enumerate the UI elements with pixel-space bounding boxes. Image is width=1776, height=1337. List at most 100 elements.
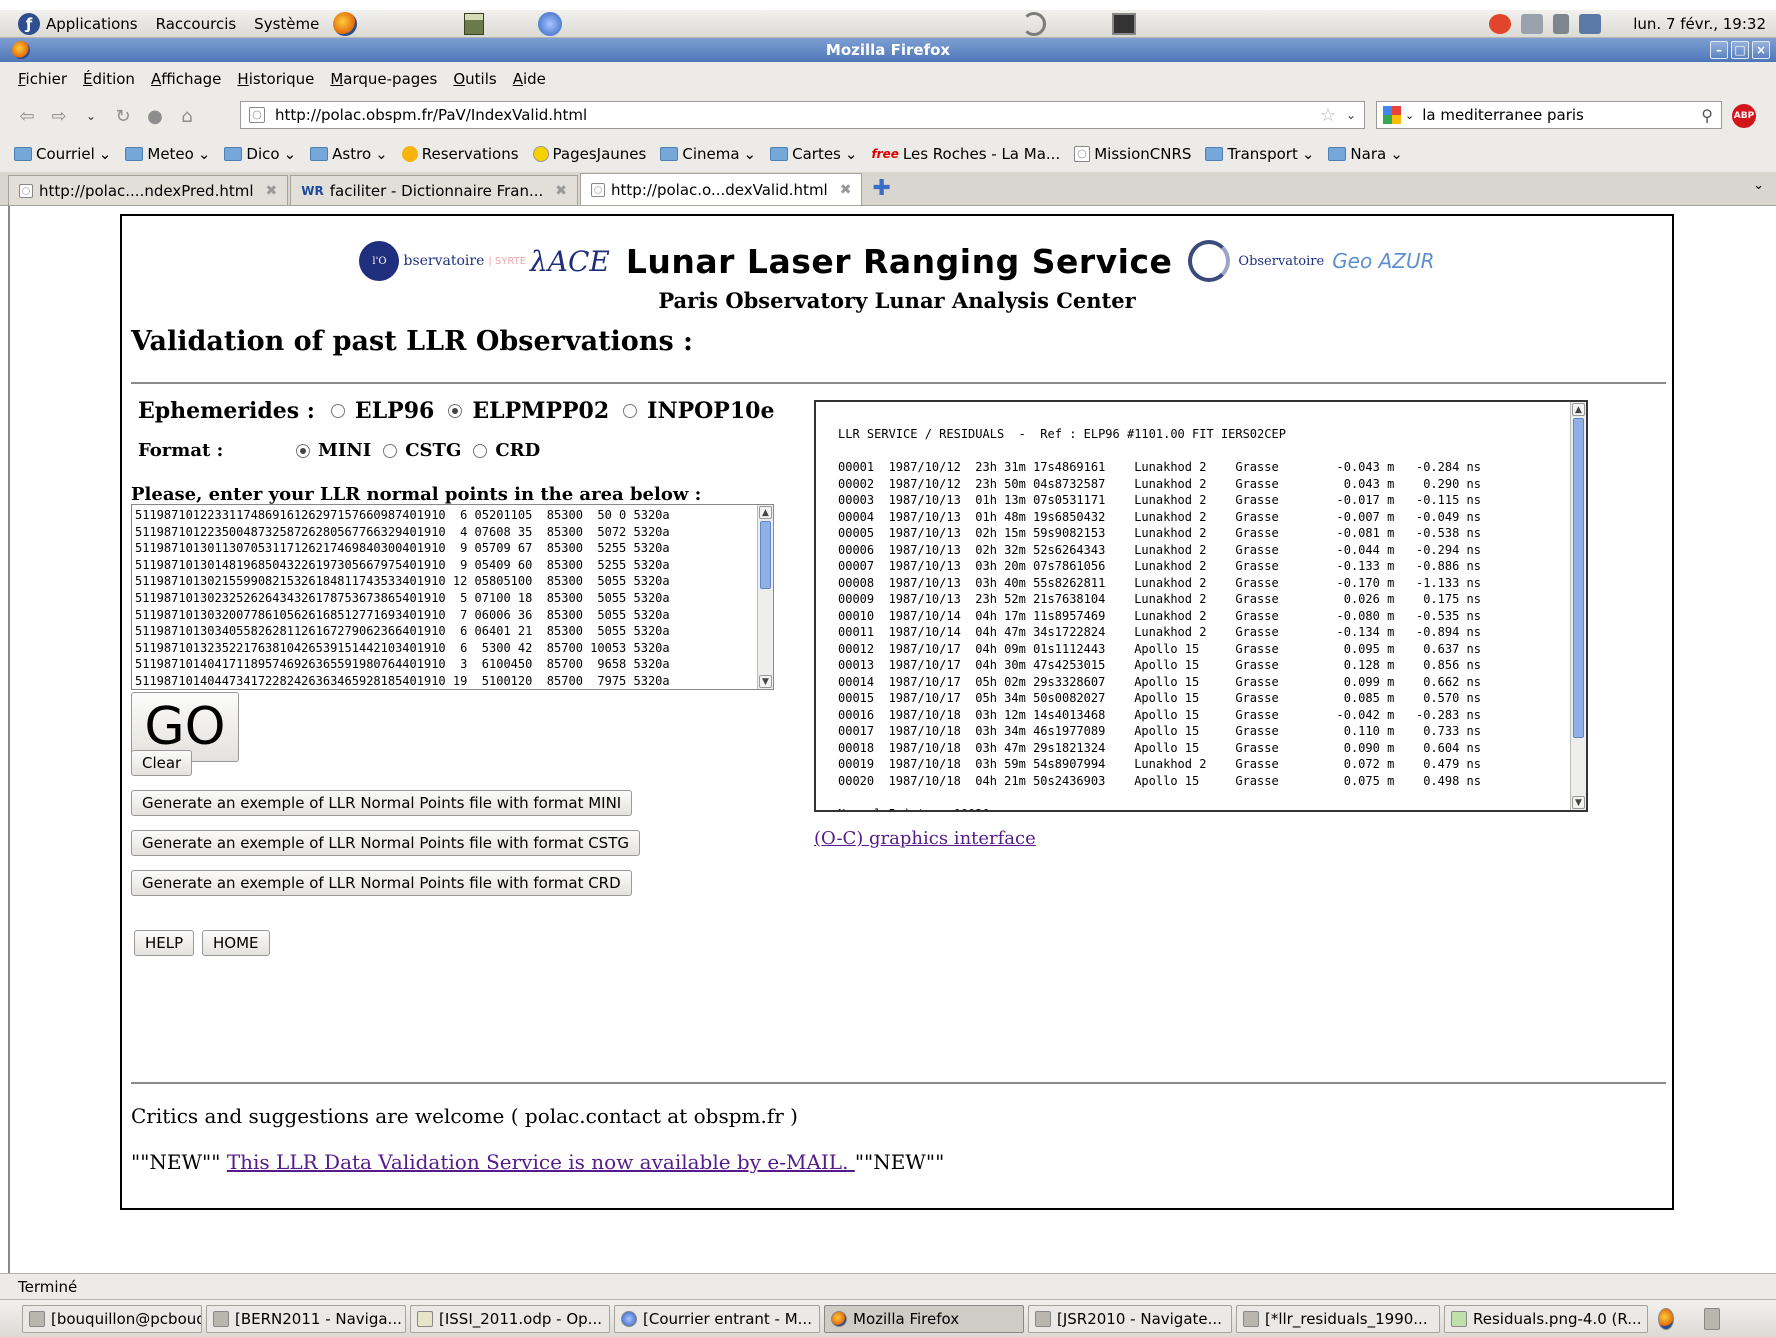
bookmark-star-icon[interactable]: ☆	[1320, 105, 1336, 126]
task-firefox[interactable]: Mozilla Firefox	[824, 1304, 1024, 1333]
bookmark-courriel[interactable]: Courriel ⌄	[14, 145, 111, 163]
raccourcis-menu[interactable]: Raccourcis	[156, 15, 237, 33]
minimize-button[interactable]: –	[1710, 41, 1728, 59]
menu-aide[interactable]: Aide	[513, 70, 546, 88]
bookmark-nara[interactable]: Nara ⌄	[1328, 145, 1403, 163]
search-bar[interactable]: ⌄ la mediterranee paris ⚲	[1376, 101, 1722, 129]
results-scrollbar[interactable]: ▲ ▼	[1570, 402, 1586, 810]
menu-edition[interactable]: Édition	[83, 70, 135, 88]
scroll-thumb[interactable]	[1573, 418, 1584, 738]
search-engine-dropdown-icon[interactable]: ⌄	[1405, 109, 1414, 122]
close-window-button[interactable]: ×	[1752, 41, 1770, 59]
scroll-down-icon[interactable]: ▼	[759, 675, 772, 688]
close-tab-icon[interactable]: ✖	[266, 183, 278, 199]
adblock-plus-icon[interactable]: ABP	[1732, 104, 1756, 128]
bookmark-les-roches[interactable]: free Les Roches - La Ma...	[871, 145, 1060, 163]
task-courrier[interactable]: [Courrier entrant - M...	[614, 1304, 820, 1333]
network-icon[interactable]	[1521, 14, 1544, 34]
ephem-option-inpop10e[interactable]: INPOP10e	[623, 398, 774, 424]
clear-button[interactable]: Clear	[131, 750, 193, 776]
radio-mini[interactable]	[296, 443, 310, 458]
task-jsr2010[interactable]: [JSR2010 - Navigate...	[1028, 1304, 1232, 1333]
menu-marque-pages[interactable]: Marque-pages	[330, 70, 437, 88]
menu-affichage[interactable]: Affichage	[151, 70, 221, 88]
display-icon[interactable]	[1579, 14, 1602, 34]
terminal-launcher-icon[interactable]	[1112, 13, 1136, 35]
format-option-crd[interactable]: CRD	[473, 440, 540, 461]
clock[interactable]: lun. 7 févr., 19:32	[1633, 15, 1766, 33]
radio-cstg[interactable]	[383, 443, 398, 458]
task-llr-residuals[interactable]: [*llr_residuals_1990...	[1236, 1304, 1440, 1333]
sync-icon[interactable]	[1022, 12, 1046, 36]
site-identity-icon[interactable]	[249, 107, 265, 123]
scroll-down-icon[interactable]: ▼	[1572, 796, 1585, 809]
textarea-scrollbar[interactable]: ▲ ▼	[757, 505, 773, 689]
firefox-tray-icon[interactable]	[1658, 1307, 1674, 1330]
url-bar[interactable]: http://polac.obspm.fr/PaV/IndexValid.htm…	[240, 101, 1365, 129]
bookmark-cinema[interactable]: Cinema ⌄	[660, 145, 756, 163]
window-titlebar[interactable]: Mozilla Firefox – □ ×	[0, 38, 1776, 62]
menu-outils[interactable]: Outils	[453, 70, 496, 88]
stop-icon[interactable]: ●	[142, 103, 168, 129]
tab-faciliter[interactable]: WR faciliter - Dictionnaire Fran... ✖	[290, 175, 579, 205]
radio-crd[interactable]	[473, 443, 488, 458]
list-all-tabs-icon[interactable]: ⌄	[1753, 178, 1764, 193]
help-button[interactable]: HELP	[134, 930, 195, 956]
back-button[interactable]: ⇦	[14, 103, 40, 129]
search-input[interactable]: la mediterranee paris	[1422, 106, 1584, 124]
volume-icon[interactable]	[1553, 14, 1570, 34]
ephem-option-elp96[interactable]: ELP96	[330, 398, 434, 424]
calculator-launcher-icon[interactable]	[464, 13, 484, 35]
scroll-up-icon[interactable]: ▲	[759, 506, 772, 519]
trash-icon[interactable]	[1704, 1307, 1720, 1330]
radio-elp96[interactable]	[330, 404, 345, 418]
normal-points-textarea[interactable]: 5119871012233117486916126297157660987401…	[131, 504, 774, 690]
ephem-option-elpmpp02[interactable]: ELPMPP02	[448, 398, 609, 424]
generate-crd-button[interactable]: Generate an exemple of LLR Normal Points…	[131, 870, 632, 896]
bookmark-meteo[interactable]: Meteo ⌄	[125, 145, 210, 163]
email-service-link[interactable]: This LLR Data Validation Service is now …	[227, 1150, 855, 1174]
task-residuals-png[interactable]: Residuals.png-4.0 (R...	[1444, 1304, 1648, 1333]
search-icon[interactable]: ⚲	[1701, 106, 1713, 125]
radio-elpmpp02[interactable]	[448, 404, 463, 418]
normal-points-text[interactable]: 5119871012233117486916126297157660987401…	[135, 507, 670, 689]
generate-mini-button[interactable]: Generate an exemple of LLR Normal Points…	[131, 790, 633, 816]
close-tab-icon[interactable]: ✖	[555, 183, 567, 199]
applications-menu[interactable]: ƒ Applications	[18, 12, 138, 35]
bookmark-missioncnrs[interactable]: MissionCNRS	[1074, 145, 1191, 163]
tab-indexvalid[interactable]: http://polac.o...dexValid.html ✖	[580, 173, 863, 205]
scroll-up-icon[interactable]: ▲	[1572, 403, 1585, 416]
bookmark-pagesjaunes[interactable]: PagesJaunes	[532, 145, 646, 163]
close-tab-icon[interactable]: ✖	[840, 182, 852, 198]
menu-fichier[interactable]: Fichier	[18, 70, 67, 88]
radio-inpop10e[interactable]	[623, 404, 638, 418]
bookmark-astro[interactable]: Astro ⌄	[310, 145, 388, 163]
home-icon[interactable]: ⌂	[174, 103, 200, 129]
bookmark-reservations[interactable]: Reservations	[401, 145, 519, 163]
update-alert-icon[interactable]	[1489, 14, 1512, 34]
new-tab-icon[interactable]: ✚	[872, 176, 890, 201]
task-bern2011[interactable]: [BERN2011 - Naviga...	[206, 1304, 406, 1333]
mail-launcher-icon[interactable]	[538, 12, 562, 36]
tab-indexpred[interactable]: http://polac....ndexPred.html ✖	[8, 175, 289, 205]
residuals-output[interactable]: LLR SERVICE / RESIDUALS - Ref : ELP96 #1…	[814, 400, 1588, 812]
bookmark-cartes[interactable]: Cartes ⌄	[770, 145, 857, 163]
task-terminal[interactable]: [bouquillon@pcbouq...	[22, 1304, 202, 1333]
bookmark-dico[interactable]: Dico ⌄	[224, 145, 296, 163]
format-option-cstg[interactable]: CSTG	[383, 440, 461, 461]
url-dropdown-icon[interactable]: ⌄	[1346, 108, 1356, 122]
menu-historique[interactable]: Historique	[237, 70, 314, 88]
home-button[interactable]: HOME	[202, 930, 270, 956]
bookmark-transport[interactable]: Transport ⌄	[1205, 145, 1314, 163]
scroll-thumb[interactable]	[760, 521, 771, 589]
maximize-button[interactable]: □	[1731, 41, 1749, 59]
systeme-menu[interactable]: Système	[254, 15, 319, 33]
history-dropdown-icon[interactable]: ⌄	[78, 103, 104, 129]
url-text[interactable]: http://polac.obspm.fr/PaV/IndexValid.htm…	[275, 106, 587, 124]
firefox-window-icon[interactable]	[12, 41, 30, 59]
generate-cstg-button[interactable]: Generate an exemple of LLR Normal Points…	[131, 830, 640, 856]
firefox-launcher-icon[interactable]	[333, 11, 358, 36]
google-engine-icon[interactable]	[1383, 106, 1401, 124]
oc-graphics-link[interactable]: (O-C) graphics interface	[814, 828, 1036, 849]
format-option-mini[interactable]: MINI	[296, 440, 371, 461]
